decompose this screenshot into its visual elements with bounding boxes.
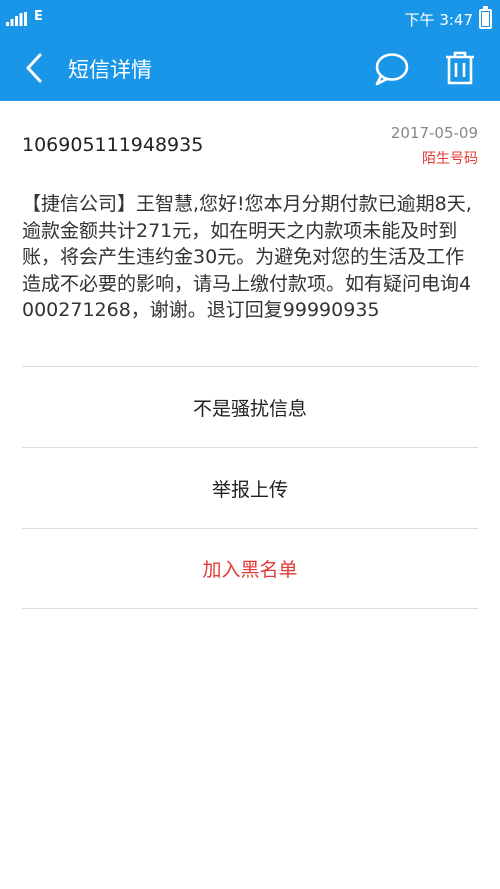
message-date: 2017-05-09 xyxy=(390,124,478,142)
clock: 下午 3:47 xyxy=(404,10,473,29)
message-body: 【捷信公司】王智慧,您好!您本月分期付款已逾期8天, 逾款金额共计271元，如在… xyxy=(22,193,472,321)
stranger-number-tag: 陌生号码 xyxy=(422,151,478,167)
sender-number: 106905111948935 xyxy=(22,134,204,156)
back-button[interactable] xyxy=(18,50,54,86)
nav-bar: 短信详情 xyxy=(0,36,500,101)
chat-bubble-icon xyxy=(375,53,409,86)
blacklist-button[interactable]: 加入黑名单 xyxy=(22,528,478,609)
status-right: 下午 3:47 xyxy=(404,6,492,29)
page-title: 短信详情 xyxy=(68,58,152,82)
trash-icon xyxy=(446,51,474,85)
chat-button[interactable] xyxy=(372,50,410,88)
chevron-left-icon xyxy=(26,53,42,83)
network-type: E xyxy=(34,9,43,24)
not-spam-button[interactable]: 不是骚扰信息 xyxy=(22,366,478,447)
action-list: 不是骚扰信息 举报上传 加入黑名单 xyxy=(22,366,478,609)
battery-icon xyxy=(479,6,492,29)
report-button[interactable]: 举报上传 xyxy=(22,447,478,528)
top-bar: E 下午 3:47 短信详情 xyxy=(0,0,500,101)
message-header: 106905111948935 2017-05-09 陌生号码 xyxy=(0,101,500,181)
signal-bars-icon xyxy=(6,12,27,26)
delete-button[interactable] xyxy=(443,49,477,87)
status-bar: E 下午 3:47 xyxy=(0,0,500,36)
